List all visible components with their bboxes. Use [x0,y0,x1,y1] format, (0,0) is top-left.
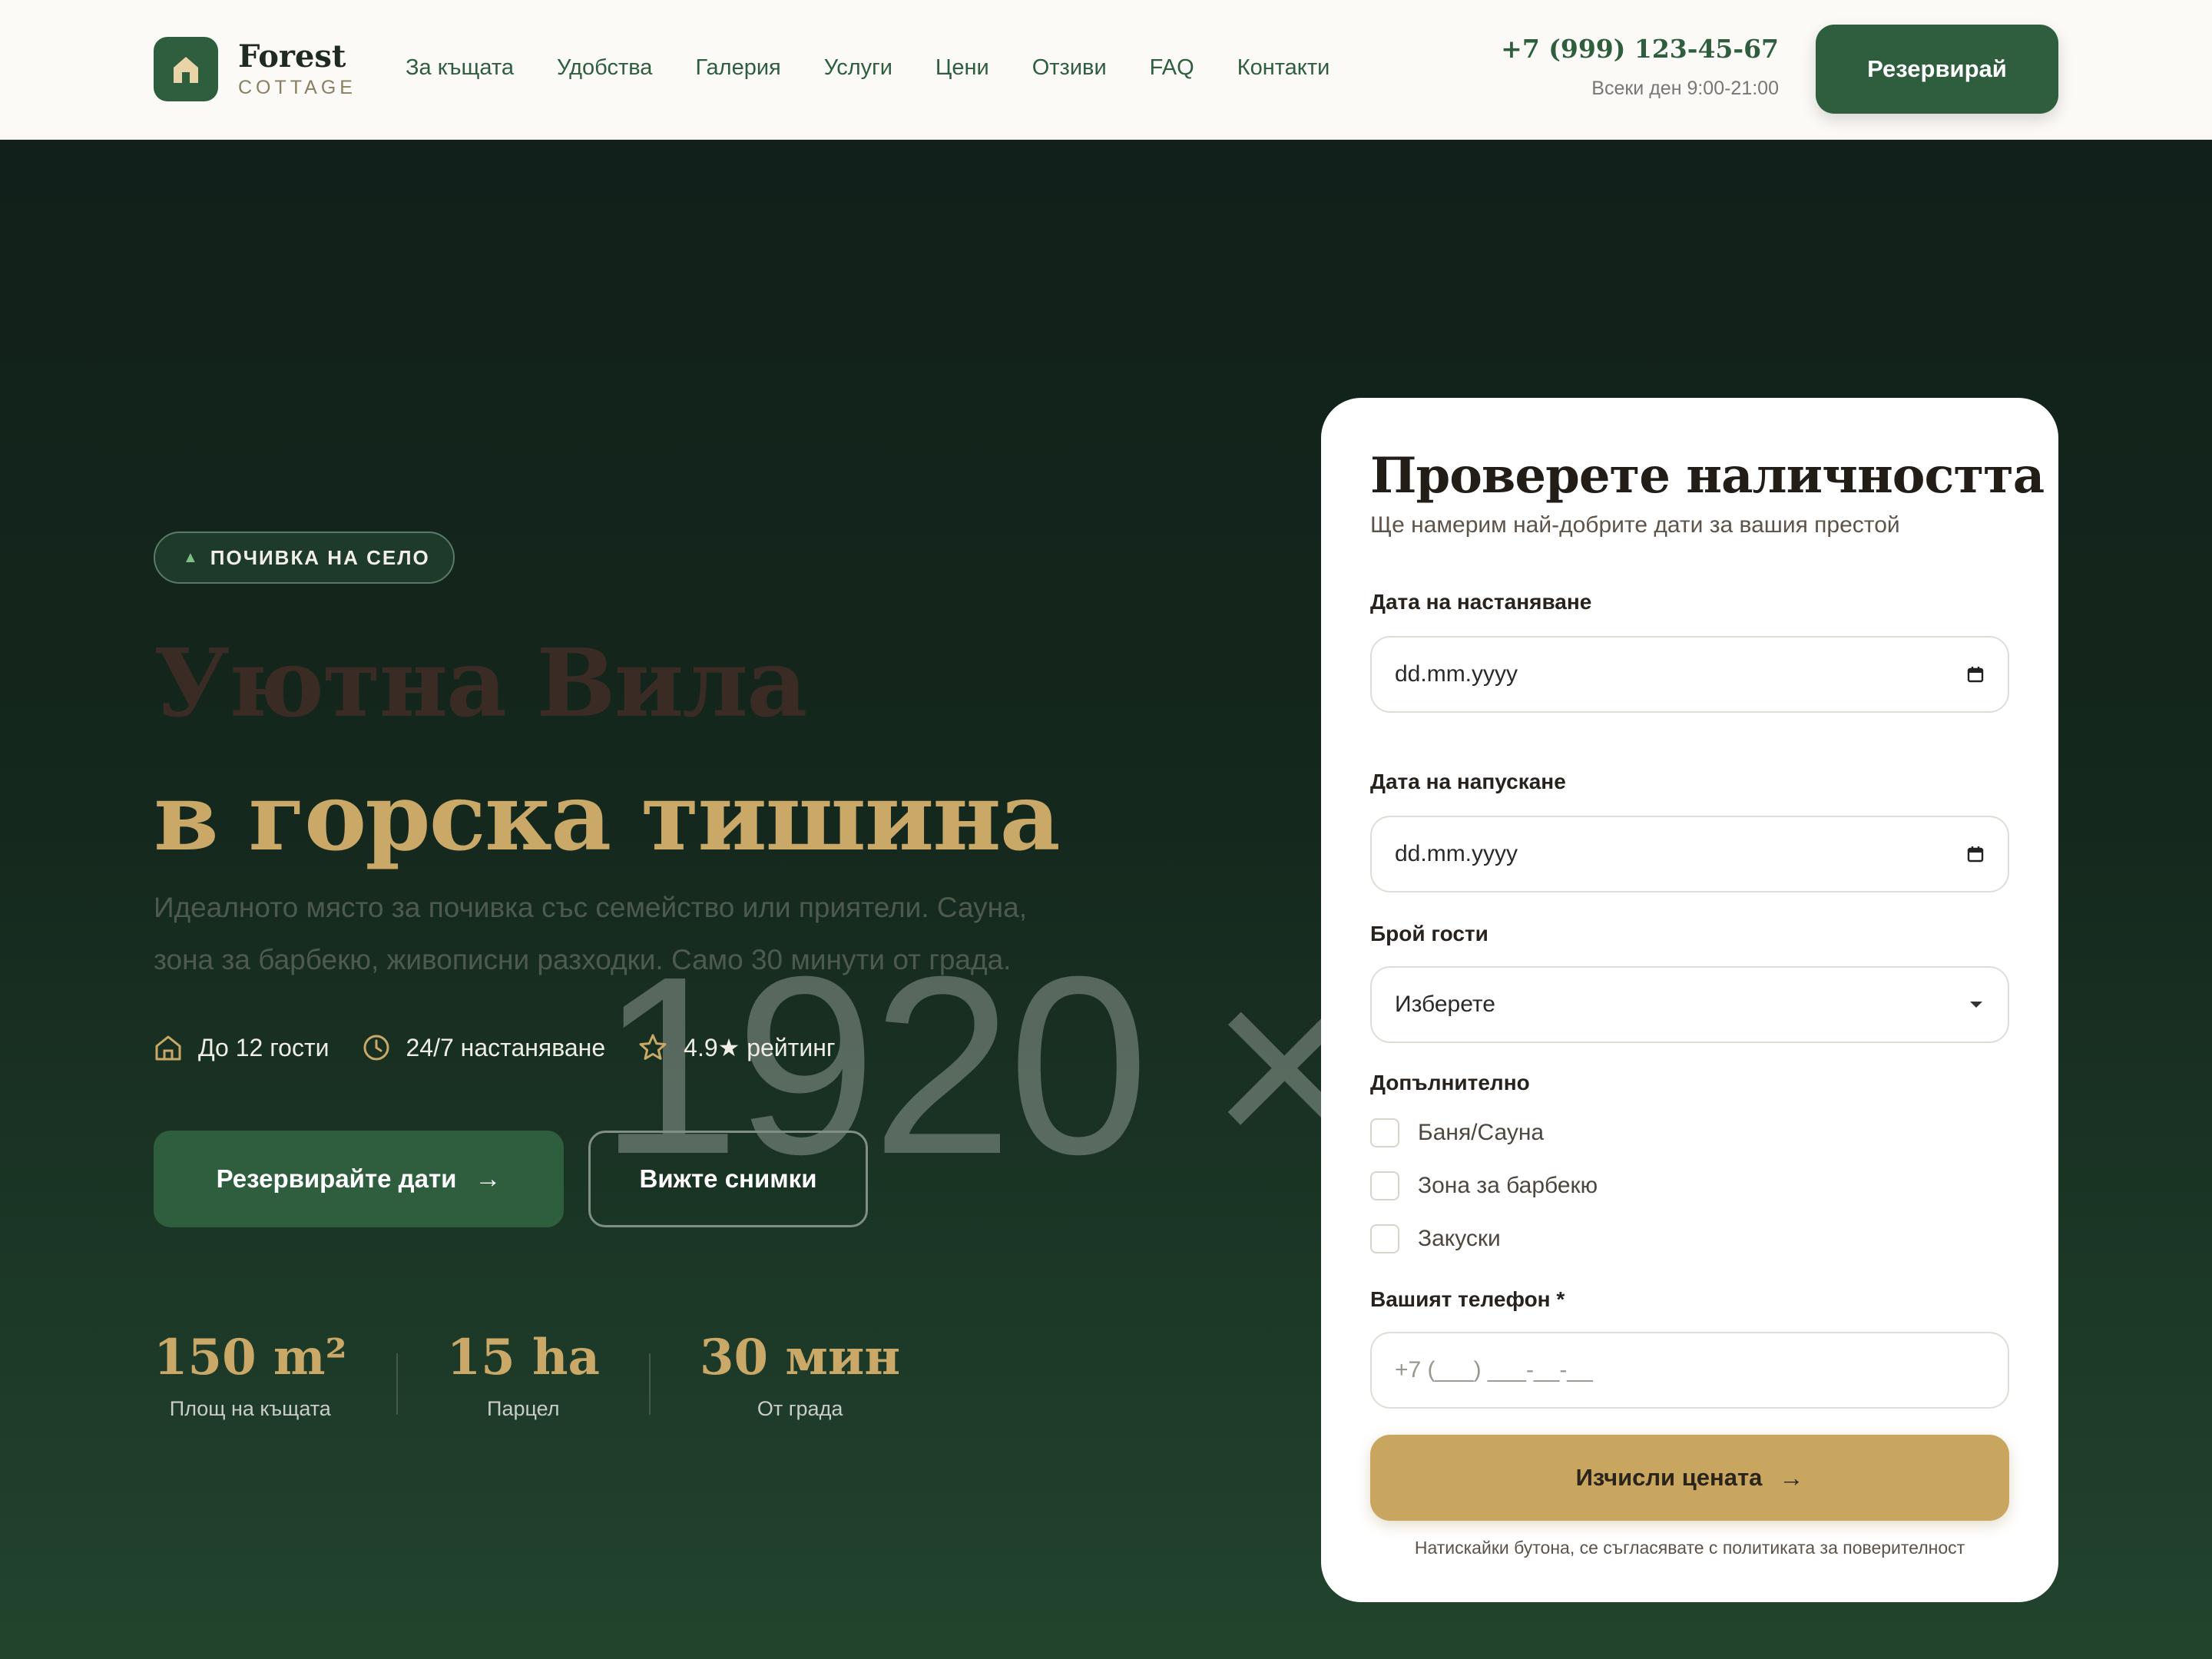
sauna-label: Баня/Сауна [1418,1120,1545,1145]
stat-label: Парцел [487,1397,560,1420]
calculate-price-button[interactable]: Изчисли цената → [1370,1435,2009,1521]
reserve-button[interactable]: Резервирай [1816,25,2058,114]
logo-subtitle: COTTAGE [238,76,356,98]
feature-guests-text: До 12 гости [198,1033,329,1061]
checkout-label: Дата на напускане [1370,770,1566,793]
stat-label: От града [757,1397,843,1420]
extra-breakfast-option[interactable]: Закуски [1370,1224,1501,1253]
extra-sauna-option[interactable]: Баня/Сауна [1370,1118,1544,1147]
hero-stats: 150 m² Площ на къщата 15 ha Парцел 30 ми… [154,1329,900,1421]
book-dates-button[interactable]: Резервирайте дати → [154,1131,564,1227]
calendar-icon[interactable] [1966,665,1985,684]
nav-item-prices[interactable]: Цени [935,55,989,81]
bbq-label: Зона за барбекю [1418,1173,1598,1198]
stat-label: Площ на къщата [169,1397,331,1420]
stat-plot: 15 ha Парцел [447,1329,600,1421]
nav-item-about[interactable]: За къщата [406,55,514,81]
hero-badge: ▲ ПОЧИВКА НА СЕЛО [154,531,455,584]
stat-value: 30 мин [699,1329,901,1386]
stat-house-area: 150 m² Площ на къщата [154,1329,347,1421]
checkin-label: Дата на настаняване [1370,590,1592,614]
form-title: Проверете наличността [1370,447,2045,505]
sauna-checkbox[interactable] [1370,1118,1399,1147]
guests-label: Брой гости [1370,922,1488,945]
checkin-date-value: dd.mm.yyyy [1395,661,1518,687]
site-header: Forest COTTAGE За къщата Удобства Галери… [0,0,2212,140]
checkout-date-value: dd.mm.yyyy [1395,841,1518,866]
star-icon [639,1034,667,1060]
privacy-disclaimer: Натискайки бутона, се съгласявате с поли… [1414,1538,1965,1558]
nav-item-reviews[interactable]: Отзиви [1032,55,1107,81]
hero-title-line2: в горска тишина [154,761,1061,872]
working-hours: Всеки ден 9:00-21:00 [1591,78,1779,99]
view-photos-button[interactable]: Вижте снимки [588,1131,868,1227]
availability-form: Проверете наличността Ще намерим най-доб… [1321,398,2058,1602]
bbq-checkbox[interactable] [1370,1171,1399,1200]
nav-item-gallery[interactable]: Галерия [695,55,780,81]
stat-divider [648,1353,651,1415]
stat-value: 150 m² [154,1329,347,1386]
phone-label: Вашият телефон * [1370,1287,1565,1311]
nav-item-services[interactable]: Услуги [824,55,892,81]
calendar-icon[interactable] [1966,845,1985,863]
guests-select[interactable]: Изберете [1370,966,2009,1043]
hero-title-line1: Уютна Вила [154,628,807,738]
house-icon [154,37,218,101]
main-nav: За къщата Удобства Галерия Услуги Цени О… [406,55,1373,81]
checkout-date-input[interactable]: dd.mm.yyyy [1370,816,2009,892]
hero-description: Идеалното място за почивка със семейство… [154,892,1027,975]
logo[interactable]: Forest COTTAGE [154,37,356,101]
feature-checkin-text: 24/7 настаняване [406,1033,606,1061]
hero-badge-text: ПОЧИВКА НА СЕЛО [210,545,430,569]
stat-distance: 30 мин От града [700,1329,900,1421]
breakfast-checkbox[interactable] [1370,1224,1399,1253]
guests-select-value: Изберете [1395,992,1495,1017]
phone-input[interactable]: +7 (___) ___-__-__ [1370,1332,2009,1409]
feature-rating: 4.9★ рейтинг [637,1032,836,1063]
extra-bbq-option[interactable]: Зона за барбекю [1370,1171,1598,1200]
nav-item-faq[interactable]: FAQ [1150,55,1194,81]
feature-rating-text: 4.9★ рейтинг [684,1034,836,1061]
book-dates-label: Резервирайте дати [216,1164,457,1193]
phone-link[interactable]: +7 (999) 123-45-67 [1501,34,1779,64]
calculate-price-label: Изчисли цената [1575,1464,1763,1491]
header-contact: +7 (999) 123-45-67 Всеки ден 9:00-21:00 [1501,34,1779,100]
nav-item-contacts[interactable]: Контакти [1237,55,1330,81]
phone-placeholder: +7 (___) ___-__-__ [1395,1357,1593,1382]
clock-icon [363,1035,389,1061]
extras-label: Допълнително [1370,1071,1530,1094]
nav-item-amenities[interactable]: Удобства [557,55,652,81]
form-subtitle: Ще намерим най-добрите дати за вашия пре… [1370,512,1900,538]
arrow-right-icon: → [1779,1463,1804,1492]
chevron-down-icon [1970,1002,1982,1008]
house-icon [155,1035,181,1061]
hero-features: До 12 гости 24/7 настаняване 4.9★ рейтин… [154,1032,868,1063]
stat-divider [396,1353,398,1415]
feature-checkin: 24/7 настаняване [362,1033,606,1062]
breakfast-label: Закуски [1418,1226,1501,1251]
feature-guests: До 12 гости [154,1033,329,1062]
checkin-date-input[interactable]: dd.mm.yyyy [1370,636,2009,713]
logo-title: Forest [238,38,346,75]
arrow-right-icon: → [475,1164,502,1194]
tree-icon: ▲ [183,548,200,566]
stat-value: 15 ha [446,1329,600,1386]
